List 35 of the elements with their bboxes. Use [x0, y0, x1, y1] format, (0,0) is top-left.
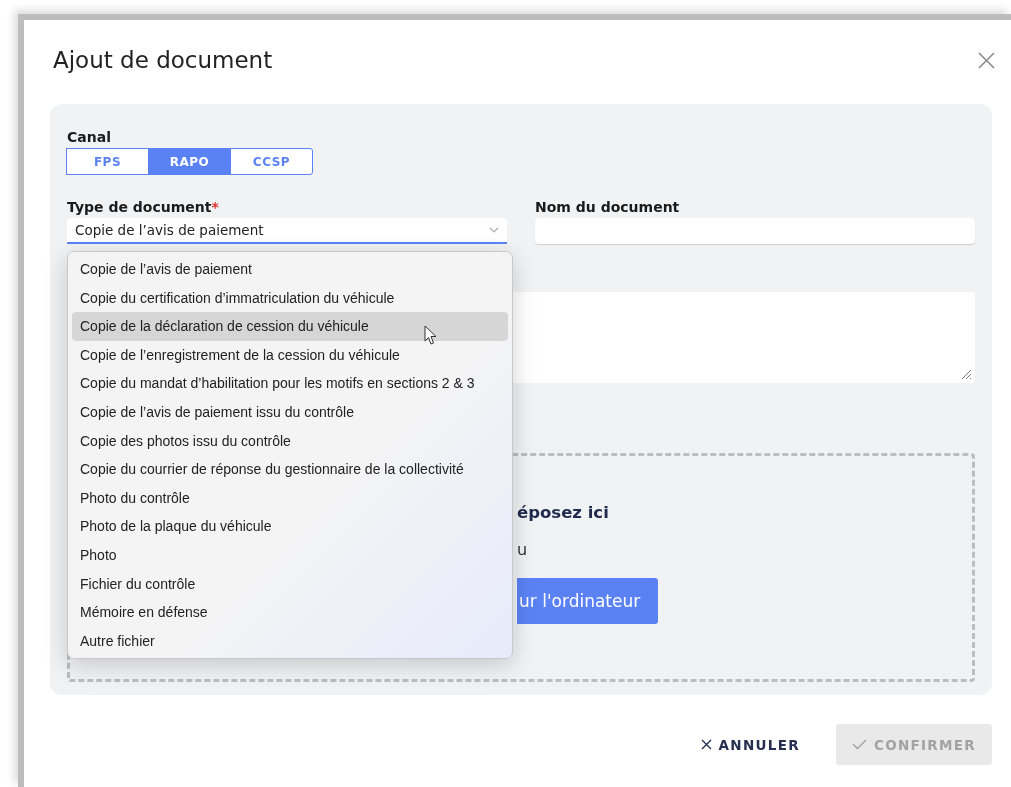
channel-tab[interactable]: CCSP	[230, 148, 313, 175]
channel-tab[interactable]: RAPO	[148, 148, 231, 175]
dropdown-option[interactable]: Copie du mandat d’habilitation pour les motifs en sections 2 & 3	[72, 369, 508, 398]
dropdown-option[interactable]: Mémoire en défense	[72, 598, 508, 627]
field-label: Nom du document	[535, 199, 681, 215]
resize-grip-icon	[960, 368, 972, 380]
dropdown-option[interactable]: Copie du courrier de réponse du gestionnaire de la collectivité	[72, 455, 508, 484]
dropdown-option[interactable]: Photo du contrôle	[72, 483, 508, 513]
cursor-icon	[424, 325, 438, 346]
dropdown-option[interactable]: Copie du certification d’immatriculation du véhicule	[72, 283, 508, 313]
close-icon[interactable]	[976, 49, 997, 71]
cancel-button[interactable]: ANNULER	[694, 735, 806, 754]
field-label: Type de document*	[67, 199, 220, 215]
dropdown-option[interactable]: Copie de l’avis de paiement	[72, 255, 508, 284]
check-icon	[851, 739, 867, 750]
dropdown-option[interactable]: Copie des photos issu du contrôle	[72, 426, 508, 456]
channel-tab[interactable]: FPS	[66, 148, 149, 175]
select-value: Copie de l’avis de paiement	[75, 222, 264, 238]
input-field[interactable]	[535, 218, 975, 244]
dropdown-option[interactable]: Photo de la plaque du véhicule	[72, 512, 508, 541]
dropdown-option[interactable]: Copie de l’avis de paiement issu du contrôle	[72, 397, 508, 427]
dropdown-option[interactable]: Photo	[72, 540, 508, 570]
dropdown-option[interactable]: Fichier du contrôle	[72, 569, 508, 599]
drop-zone-title: éposez ici	[517, 503, 609, 522]
document-type-select[interactable]: Copie de l’avis de paiement	[67, 218, 507, 244]
browse-button[interactable]: ur l'ordinateur	[517, 578, 659, 624]
chevron-icon	[489, 227, 499, 233]
separator-text: u	[517, 540, 528, 559]
close-icon	[700, 739, 712, 750]
dropdown-option[interactable]: Copie de l’enregistrement de la cession du véhicule	[72, 340, 508, 370]
dropdown-option[interactable]: Copie de la déclaration de cession du véhicule	[72, 312, 508, 341]
required-asterisk: *	[211, 199, 219, 215]
field-label: Canal	[67, 129, 112, 145]
dropdown-option[interactable]: Autre fichier	[72, 626, 508, 656]
dialog-title: Ajout de document	[53, 47, 273, 73]
